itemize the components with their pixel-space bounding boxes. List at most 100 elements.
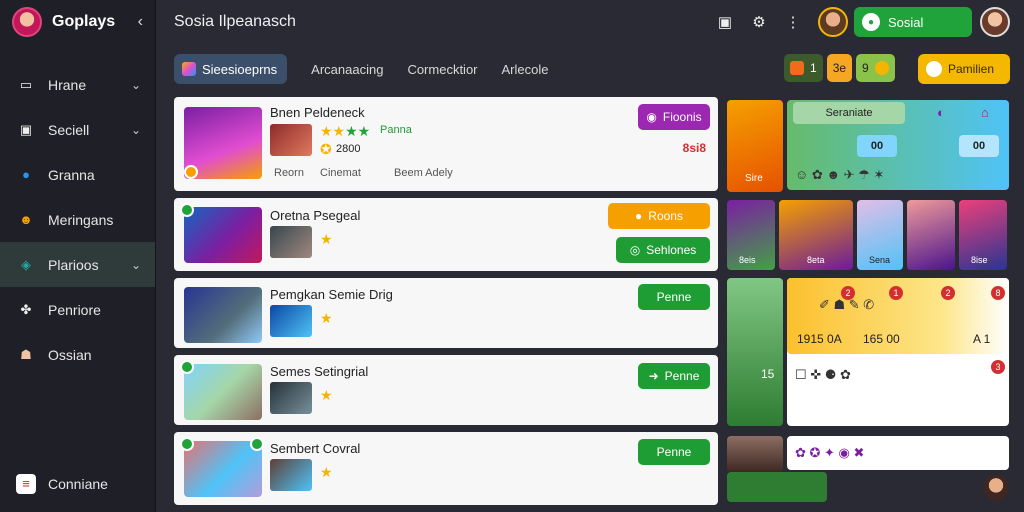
game-cover xyxy=(184,207,262,263)
tab-cormecktior[interactable]: Cormecktior xyxy=(407,54,477,84)
sidebar-item-hrane[interactable]: ▭ Hrane ⌄ xyxy=(0,62,155,107)
sidebar-item-meringans[interactable]: ☻ Meringans xyxy=(0,197,155,242)
meta-item: Reorn xyxy=(274,167,304,179)
stat-value: 1915 0A xyxy=(797,332,842,346)
code-chip: 00 xyxy=(857,135,897,157)
sidebar-item-penriore[interactable]: ✤ Penriore xyxy=(0,287,155,332)
star-icon: ★ xyxy=(320,231,333,247)
game-title: Oretna Psegeal xyxy=(270,208,361,223)
action-icon: ◎ xyxy=(629,243,641,257)
game-row[interactable]: Semes Setingrial ★ ➜ Penne xyxy=(174,355,718,425)
controller-icon: ◈ xyxy=(21,256,31,272)
game-row[interactable]: Pemgkan Semie Drig ★ Penne xyxy=(174,278,718,348)
rating-label: Panna xyxy=(380,124,412,136)
sidebar-item-label: Plarioos xyxy=(48,256,99,273)
collapse-icon[interactable]: ‹ xyxy=(138,13,143,31)
code-chip: 00 xyxy=(959,135,999,157)
tab-sieesioeprns[interactable]: Sieesioeprns xyxy=(174,54,288,84)
game-title: Pemgkan Semie Drig xyxy=(270,287,393,302)
icon-row: ☺ ✿ ☻ ✈ ☂ ✶ xyxy=(795,167,885,182)
game-row[interactable]: Sembert Covral ★ Penne xyxy=(174,432,718,505)
sidebar-item-granna[interactable]: ● Granna xyxy=(0,152,155,197)
icon-row: ☐ ✜ ⚈ ✿ xyxy=(795,367,851,382)
monitor-icon: ▭ xyxy=(19,76,33,92)
meta-item: Beem Adely xyxy=(394,167,453,179)
gem-icon xyxy=(874,61,889,75)
gear-icon[interactable]: ⚙ xyxy=(748,11,770,33)
tab-arlecole[interactable]: Arlecole xyxy=(502,54,549,84)
sidebar-item-plarioos[interactable]: ◈ Plarioos ⌄ xyxy=(0,242,155,287)
flag-icon: ≡ xyxy=(16,473,36,494)
puzzle-icon: ✤ xyxy=(20,301,32,317)
status-badge xyxy=(180,203,194,217)
panel-header-label: Seraniate xyxy=(825,107,873,119)
action-label: Penne xyxy=(656,290,692,304)
action-button[interactable]: Penne xyxy=(638,439,710,465)
game-title: Bnen Peldeneck xyxy=(270,105,365,120)
home-icon[interactable]: ⌂ xyxy=(981,105,989,120)
game-title: Semes Setingrial xyxy=(270,364,369,379)
chat-avatar[interactable] xyxy=(983,475,1009,501)
panel-header: Seraniate xyxy=(793,102,905,124)
game-row[interactable]: Oretna Psegeal ★ ● Roons ◎ Sehlones xyxy=(174,198,718,271)
secondary-action-button[interactable]: ◎ Sehlones xyxy=(616,237,710,263)
code-value: 00 xyxy=(972,140,986,152)
counter-gem[interactable]: 9 xyxy=(856,54,895,82)
chevron-down-icon[interactable]: ⌄ xyxy=(131,123,141,137)
game-cover xyxy=(184,287,262,343)
chevron-down-icon[interactable]: ⌄ xyxy=(131,78,141,92)
tab-label: Arcanaacing xyxy=(311,61,384,77)
stat-value: 165 00 xyxy=(863,332,900,346)
stat-value: 15 xyxy=(761,367,775,381)
tab-bar: Sieesioeprns Arcanaacing Cormecktior Arl… xyxy=(174,54,548,84)
social-button[interactable]: ● Sosial xyxy=(854,7,972,37)
count-badge: 8 xyxy=(991,286,1005,300)
game-thumb xyxy=(270,305,312,337)
game-thumb xyxy=(270,124,312,156)
globe-icon: ● xyxy=(862,13,880,31)
family-button[interactable]: Pamilien xyxy=(918,54,1010,84)
character-card[interactable] xyxy=(907,200,955,270)
action-button[interactable]: ➜ Penne xyxy=(638,363,710,389)
top-bar: Sosia Ilpeanasch ▣ ⚙ ⋮ ● Sosial xyxy=(156,0,1024,44)
grid-icon[interactable]: ⋮ xyxy=(782,11,804,33)
bag-icon[interactable]: ▣ xyxy=(714,11,736,33)
counter-value: 9 xyxy=(862,61,869,75)
status-badge xyxy=(180,437,194,451)
player-card[interactable] xyxy=(727,278,783,426)
star-icon: ★ xyxy=(320,464,333,480)
count-badge: 3 xyxy=(991,360,1005,374)
chevron-down-icon[interactable]: ⌄ xyxy=(131,258,141,272)
count-badge: 2 xyxy=(941,286,955,300)
action-button[interactable]: Penne xyxy=(638,284,710,310)
star-icon: ★ xyxy=(320,310,333,326)
fire-icon xyxy=(790,61,804,75)
card-label: 8eta xyxy=(807,255,825,265)
action-button[interactable]: ◉ Fioonis xyxy=(638,104,710,130)
sidebar-item-seciell[interactable]: ▣ Seciell ⌄ xyxy=(0,107,155,152)
tab-arcanaacing[interactable]: Arcanaacing xyxy=(311,54,383,84)
player-card[interactable] xyxy=(727,436,783,472)
sidebar-item-label: Seciell xyxy=(48,121,90,138)
sidebar-item-conniane[interactable]: ≡ Conniane xyxy=(0,461,156,506)
profile-icon[interactable]: ◐ xyxy=(937,105,945,120)
action-icon: ● xyxy=(635,209,643,223)
stat-value: A 1 xyxy=(973,332,991,346)
action-button[interactable]: ● Roons xyxy=(608,203,710,229)
user-avatar[interactable] xyxy=(818,7,848,37)
game-cover xyxy=(184,364,262,420)
brand: Goplays ‹ xyxy=(0,0,155,44)
card-label: 8ise xyxy=(971,255,988,265)
sidebar-item-label: Ossian xyxy=(48,346,92,363)
game-row[interactable]: Bnen Peldeneck ★★★★ Panna 2800 ✪ Reorn C… xyxy=(174,97,718,191)
count-badge: 2 xyxy=(841,286,855,300)
profile-avatar[interactable] xyxy=(980,7,1010,37)
star-icon: ★ xyxy=(320,387,333,403)
status-badge xyxy=(180,360,194,374)
counter-coin[interactable]: 3e xyxy=(826,54,853,82)
counter-fire[interactable]: 1 xyxy=(784,54,823,82)
tab-label: Arlecole xyxy=(501,61,549,77)
sidebar-item-ossian[interactable]: ☗ Ossian xyxy=(0,332,155,377)
code-value: 00 xyxy=(870,140,884,152)
sidebar-item-label: Granna xyxy=(48,166,95,183)
